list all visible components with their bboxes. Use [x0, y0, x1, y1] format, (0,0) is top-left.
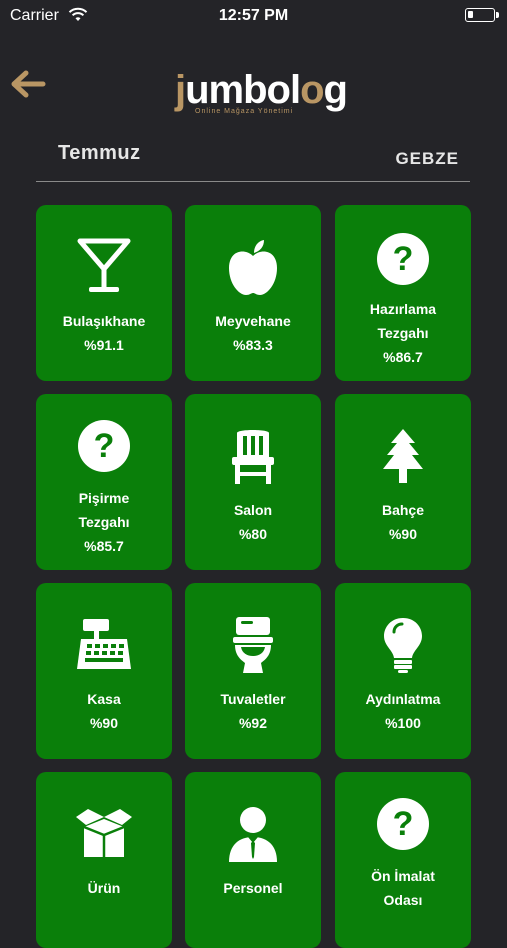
- tile-label: Salon %80: [233, 502, 273, 542]
- tile-label: Pişirme Tezgahı %85.7: [78, 490, 130, 554]
- status-bar: Carrier 12:57 PM: [0, 0, 507, 32]
- logo-tagline: Online Mağaza Yönetimi: [195, 108, 294, 115]
- back-button[interactable]: [10, 66, 46, 102]
- tile-label: Meyvehane %83.3: [215, 313, 291, 353]
- tile-urun[interactable]: Ürün: [36, 772, 172, 948]
- tree-icon: [373, 426, 433, 486]
- svg-text:?: ?: [393, 240, 414, 278]
- tile-label: Ürün: [87, 880, 121, 896]
- apple-icon: [223, 237, 283, 297]
- toilet-icon: [223, 615, 283, 675]
- lightbulb-icon: [373, 615, 433, 675]
- tile-bahce[interactable]: Bahçe %90: [335, 394, 471, 570]
- tile-label: Ön İmalat Odası: [371, 868, 435, 908]
- question-circle-icon: ?: [373, 794, 433, 854]
- tile-meyvehane[interactable]: Meyvehane %83.3: [185, 205, 321, 381]
- cocktail-glass-icon: [74, 237, 134, 297]
- question-circle-icon: ?: [74, 416, 134, 476]
- tile-kasa[interactable]: Kasa %90: [36, 583, 172, 759]
- tile-label: Bahçe %90: [381, 502, 425, 542]
- question-circle-icon: ?: [373, 229, 433, 289]
- header-divider: [36, 181, 470, 182]
- tile-hazirlama-tezgahi[interactable]: ? Hazırlama Tezgahı %86.7: [335, 205, 471, 381]
- tile-pisirme-tezgahi[interactable]: ? Pişirme Tezgahı %85.7: [36, 394, 172, 570]
- tile-label: Hazırlama Tezgahı %86.7: [369, 301, 437, 365]
- chair-icon: [223, 426, 283, 486]
- tile-label: Personel: [223, 880, 283, 896]
- tile-tuvaletler[interactable]: Tuvaletler %92: [185, 583, 321, 759]
- location-selector[interactable]: GEBZE: [395, 149, 459, 169]
- clock: 12:57 PM: [218, 7, 289, 24]
- tile-label: Kasa %90: [87, 691, 121, 731]
- battery-icon: [465, 8, 499, 22]
- cash-register-icon: [74, 615, 134, 675]
- svg-text:?: ?: [94, 427, 115, 465]
- tile-label: Tuvaletler %92: [220, 691, 286, 731]
- logo-wordmark: jumbolog: [175, 68, 348, 112]
- jumbolog-logo: jumbolog Online Mağaza Yönetimi: [175, 66, 348, 120]
- tile-bulasikhane[interactable]: Bulaşıkhane %91.1: [36, 205, 172, 381]
- tile-on-imalat-odasi[interactable]: ? Ön İmalat Odası: [335, 772, 471, 948]
- tile-aydinlatma[interactable]: Aydınlatma %100: [335, 583, 471, 759]
- month-selector[interactable]: Temmuz: [58, 142, 141, 165]
- tile-salon[interactable]: Salon %80: [185, 394, 321, 570]
- person-icon: [223, 804, 283, 864]
- tile-personel[interactable]: Personel: [185, 772, 321, 948]
- box-icon: [74, 804, 134, 864]
- svg-text:?: ?: [393, 805, 414, 843]
- tile-label: Aydınlatma %100: [365, 691, 441, 731]
- tile-label: Bulaşıkhane %91.1: [62, 313, 146, 353]
- arrow-left-icon: [11, 70, 46, 98]
